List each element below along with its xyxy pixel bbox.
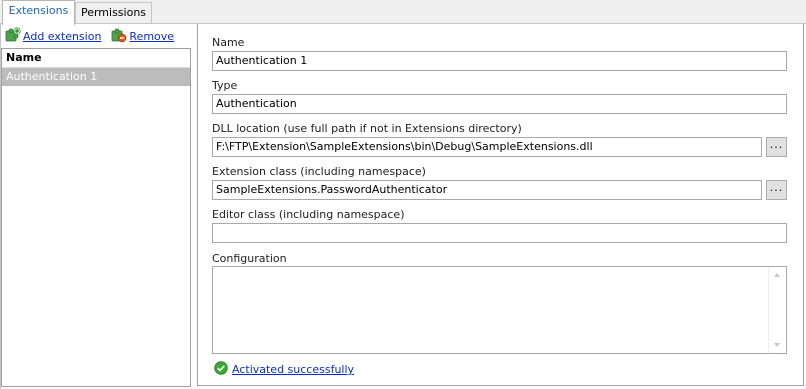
remove-puzzle-icon (111, 27, 127, 46)
configuration-scrollbar[interactable] (768, 267, 786, 353)
list-item[interactable]: Authentication 1 (2, 68, 190, 86)
tab-bar: Extensions Permissions (0, 0, 806, 25)
list-header-name[interactable]: Name (2, 49, 190, 68)
type-field[interactable]: Authentication (212, 94, 787, 114)
scroll-down-icon[interactable] (774, 343, 780, 347)
name-field[interactable]: Authentication 1 (212, 51, 787, 71)
dll-browse-button[interactable]: ... (766, 137, 787, 157)
activation-status-link[interactable]: Activated successfully (232, 363, 354, 376)
dll-location-label: DLL location (use full path if not in Ex… (212, 122, 522, 135)
extension-details: Name Authentication 1 Type Authenticatio… (197, 24, 804, 386)
name-label: Name (212, 36, 245, 49)
class-browse-button[interactable]: ... (766, 180, 787, 200)
toolbar: Add extension Remove (5, 26, 184, 46)
activation-status: Activated successfully (214, 361, 354, 378)
dll-location-field[interactable]: F:\FTP\Extension\SampleExtensions\bin\De… (212, 137, 762, 157)
configuration-textarea[interactable] (212, 266, 787, 354)
extensions-list[interactable]: Name Authentication 1 (1, 48, 191, 387)
add-puzzle-icon (5, 26, 21, 46)
type-label: Type (212, 79, 238, 92)
add-extension-button[interactable]: Add extension (5, 26, 102, 46)
editor-class-label: Editor class (including namespace) (212, 208, 405, 221)
tab-extensions[interactable]: Extensions (2, 0, 75, 25)
extensions-panel: Add extension Remove Name Authentication… (0, 24, 806, 389)
remove-label: Remove (129, 29, 175, 43)
success-check-icon (214, 361, 228, 378)
extension-class-field[interactable]: SampleExtensions.PasswordAuthenticator (212, 180, 762, 200)
configuration-label: Configuration (212, 252, 287, 265)
extension-class-label: Extension class (including namespace) (212, 165, 426, 178)
editor-class-field[interactable] (212, 223, 787, 243)
tab-permissions[interactable]: Permissions (75, 2, 152, 23)
remove-button[interactable]: Remove (111, 27, 174, 46)
scroll-up-icon[interactable] (774, 273, 780, 277)
add-extension-label: Add extension (23, 29, 102, 43)
